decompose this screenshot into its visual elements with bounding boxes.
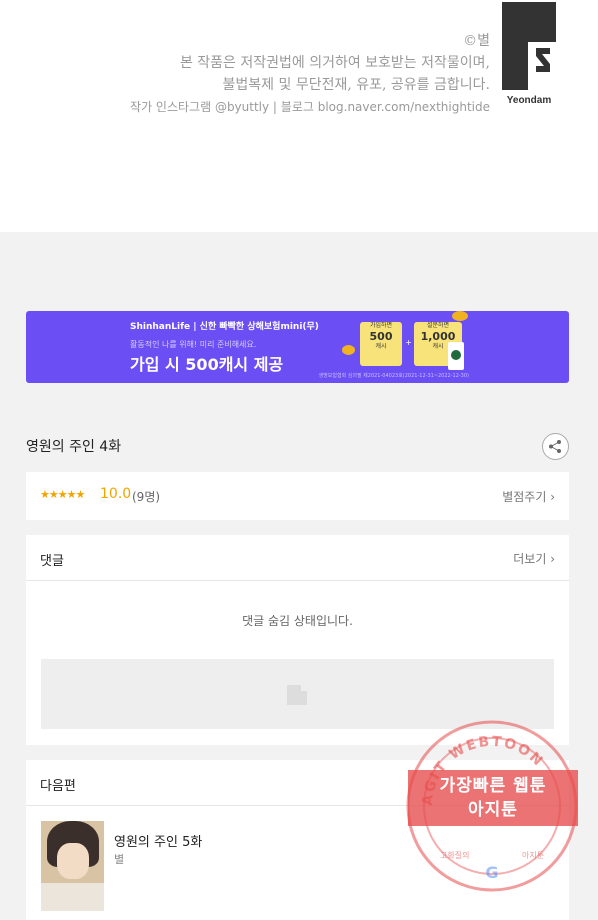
comments-card: 댓글 더보기 › 댓글 숨김 상태입니다. (26, 535, 569, 745)
publisher-logo: Yeondam (502, 2, 556, 106)
banner-subtitle: 활동적인 나를 위해! 미리 준비해세요. (130, 340, 257, 349)
watermark-banner: 가장빠른 웹툰 아지툰 (408, 770, 578, 826)
publisher-name: Yeondam (507, 95, 552, 106)
comments-more-link[interactable]: 더보기 › (513, 550, 555, 567)
card-survey-label: 설문하면 (426, 322, 450, 329)
banner-brand: ShinhanLife | 신한 빠빡한 상해보험mini(무) (130, 322, 319, 332)
ad-banner[interactable]: ShinhanLife | 신한 빠빡한 상해보험mini(무) 활동적인 나를… (26, 311, 569, 383)
card-signup-value: 500 (369, 330, 393, 343)
star-rating-icon: ★★★★★ (40, 488, 85, 501)
coin-icon (342, 345, 355, 355)
notice-line-2: 불법복제 및 무단전재, 유포, 공유를 금합니다. (222, 77, 490, 93)
card-survey-unit: 캐시 (432, 343, 444, 350)
next-episode-section-title: 다음편 (40, 779, 76, 794)
banner-card-signup: 가입하면 500 캐시 (360, 322, 402, 366)
banner-legal-note: 생명보험협회 심의필 제2021-04023호(2021-12-31~2022-… (318, 373, 469, 379)
watermark-bottom-left: 고화질의 (440, 850, 469, 860)
share-icon (549, 440, 561, 453)
share-button[interactable] (542, 433, 569, 460)
comments-hidden-message: 댓글 숨김 상태입니다. (242, 614, 353, 628)
rate-button[interactable]: 별점주기 › (502, 488, 555, 505)
copyright-line: ©별 (463, 33, 490, 49)
coin-icon (452, 311, 468, 321)
next-episode-thumbnail[interactable] (41, 821, 104, 911)
card-signup-unit: 캐시 (375, 343, 387, 350)
rating-count: (9명) (132, 490, 161, 504)
credit-area: ©별 본 작품은 저작권법에 의거하여 보호받는 저작물이며, 불법복제 및 무… (0, 0, 598, 232)
rating-card: ★★★★★ 10.0 (9명) 별점주기 › (26, 472, 569, 520)
plus-icon: + (404, 338, 413, 347)
watermark-bottom-right: 아지툰 (522, 850, 544, 860)
episode-title: 영원의 주인 4화 (26, 439, 122, 455)
notice-line-1: 본 작품은 저작권법에 의거하여 보호받는 저작물이며, (179, 55, 490, 71)
card-signup-label: 가입하면 (369, 322, 393, 329)
banner-headline: 가입 시 500캐시 제공 (130, 355, 284, 374)
copyright-notice: ©별 본 작품은 저작권법에 의거하여 보호받는 저작물이며, 불법복제 및 무… (130, 30, 490, 118)
author-links: 작가 인스타그램 @byuttly | 블로그 blog.naver.com/n… (130, 100, 490, 114)
document-icon (287, 685, 307, 705)
rating-score: 10.0 (100, 486, 132, 502)
comments-title: 댓글 (40, 554, 64, 569)
watermark-line-1: 가장빠른 웹툰 (439, 776, 547, 796)
watermark-line-2: 아지툰 (468, 800, 518, 820)
comments-header: 댓글 더보기 › (26, 535, 569, 581)
next-episode-author: 별 (114, 853, 125, 866)
google-icon: G (485, 863, 498, 882)
cup-icon (448, 342, 464, 370)
next-episode-title[interactable]: 영원의 주인 5화 (114, 831, 202, 850)
